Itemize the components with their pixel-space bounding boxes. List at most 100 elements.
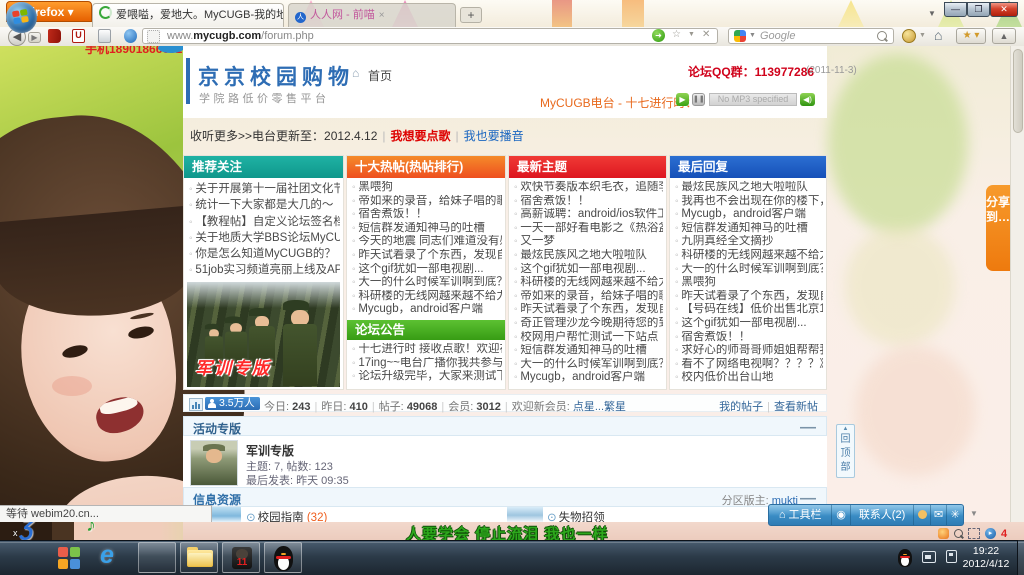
online-count-badge[interactable]: 3.5万人 bbox=[205, 397, 260, 410]
thread-link[interactable]: 高薪诚聘：android/ios软件工程师、手机 bbox=[514, 208, 663, 222]
home-button[interactable]: ⌂ bbox=[934, 27, 942, 43]
stop-icon[interactable]: ✕ bbox=[702, 29, 710, 40]
addon-globe-icon[interactable] bbox=[124, 29, 137, 43]
thread-link[interactable]: 宿舍煮饭！！ bbox=[352, 208, 502, 222]
subforum-lost-found[interactable]: ⊙失物招领 bbox=[547, 509, 605, 522]
thread-link[interactable]: 【号码在线】低价出售北京1880100段 bbox=[675, 303, 823, 317]
qq-avatar-button[interactable] bbox=[914, 505, 931, 525]
thread-link[interactable]: 昨天试着录了个东西，发现自己的声音 bbox=[675, 290, 823, 304]
addon-book-icon[interactable] bbox=[48, 29, 61, 43]
thread-link[interactable]: 看不了网络电视啊？？？？》 bbox=[675, 358, 823, 372]
qq-record-button[interactable]: ◉ bbox=[832, 505, 851, 525]
taskbar-clock[interactable]: 19:22 2012/4/12 bbox=[956, 545, 1016, 571]
thread-link[interactable]: 一天一部好看电影之《热浴盆时光机》 bbox=[514, 222, 663, 236]
qq-contacts-button[interactable]: 联系人(2) bbox=[851, 505, 914, 525]
qq-toolbar-collapse-icon[interactable]: ▼ bbox=[970, 509, 978, 518]
thread-link[interactable]: 短信群发通知神马的吐槽 bbox=[514, 344, 663, 358]
site-logo-title[interactable]: 京京校园购物 bbox=[198, 61, 354, 91]
thread-link[interactable]: 这个gif犹如一部电视剧... bbox=[675, 317, 823, 331]
thread-link[interactable]: Mycugb，android客户端 bbox=[514, 371, 663, 385]
thread-link[interactable]: 大一的什么时候军训啊到底？我们迷茫 bbox=[675, 263, 823, 277]
thread-link[interactable]: 最炫民族风之地大啦啦队 bbox=[514, 249, 663, 263]
thread-link[interactable]: 求好心的师哥哥师姐姐帮帮我，行管的 bbox=[675, 344, 823, 358]
thread-link[interactable]: 51job实习频道亮丽上线及APEC精英选拔 bbox=[189, 262, 340, 278]
qq-mail-button[interactable]: ✉ bbox=[931, 505, 948, 525]
section-title[interactable]: 活动专版 bbox=[193, 420, 241, 437]
scrollbar-thumb[interactable] bbox=[1013, 49, 1023, 133]
thread-link[interactable]: 短信群发通知神马的吐槽 bbox=[352, 222, 502, 236]
announcement-link[interactable]: 十七进行时 接收点歌！欢迎在mycugb或 bbox=[352, 343, 502, 357]
thread-link[interactable]: 大一的什么时候军训啊到底？我们迷茫 bbox=[514, 358, 663, 372]
taskbar-qq-button[interactable] bbox=[264, 542, 302, 573]
thread-link[interactable]: 校内低价出台山地 bbox=[675, 371, 823, 385]
thread-link[interactable]: 宿舍煮饭！！ bbox=[675, 331, 823, 345]
forum-row-military[interactable]: 军训专版 主题: 7, 帖数: 123 最后发表: 昨天 09:35 bbox=[183, 436, 827, 487]
scroll-up-button[interactable]: ▲ bbox=[992, 28, 1016, 44]
radio-pause-button[interactable]: ❚❚ bbox=[692, 93, 705, 106]
thread-link[interactable]: 我再也不会出现在你的楼下，边照镜子 bbox=[675, 195, 823, 209]
fox-tool-icon[interactable] bbox=[938, 528, 949, 539]
military-training-banner-image[interactable]: 军训专版 bbox=[187, 282, 340, 387]
play-tool-icon[interactable]: ▸ bbox=[985, 528, 996, 539]
window-maximize-button[interactable]: ❐ bbox=[967, 2, 990, 17]
view-new-link[interactable]: 查看新帖 bbox=[774, 401, 818, 413]
bookmarks-button[interactable]: ★ ▾ bbox=[956, 28, 986, 44]
announcement-link[interactable]: 17ing~~电台广播你我共参与~ bbox=[352, 357, 502, 371]
badge-dropdown-icon[interactable]: ▼ bbox=[919, 32, 926, 39]
thread-link[interactable]: 宿舍煮饭！！ bbox=[514, 195, 663, 209]
search-engine-dropdown-icon[interactable]: ▼ bbox=[749, 32, 756, 39]
addon-badge-icon[interactable] bbox=[902, 29, 916, 43]
url-bar[interactable]: www.mycugb.com/forum.php bbox=[142, 28, 718, 44]
thread-link[interactable]: 九阴真经全文摘抄 bbox=[675, 235, 823, 249]
tab-list-arrow-icon[interactable]: ▼ bbox=[928, 9, 936, 18]
thread-link[interactable]: 昨天试着录了个东西，发现自己的声音 bbox=[352, 249, 502, 263]
forward-button[interactable]: ▶ bbox=[28, 32, 41, 43]
thread-link[interactable]: 关于地质大学BBS论坛MyCUGB的重要声 bbox=[189, 230, 340, 246]
announcement-link[interactable]: 论坛升级完毕，大家来测试下 bbox=[352, 370, 502, 384]
taskbar-app-grid-icon[interactable] bbox=[58, 547, 80, 569]
search-magnifier-icon[interactable] bbox=[877, 31, 887, 41]
thread-link[interactable]: 黑喂狗 bbox=[675, 276, 823, 290]
radio-play-button[interactable]: ▶ bbox=[676, 93, 689, 106]
bookmark-star-icon[interactable]: ☆ bbox=[672, 29, 681, 40]
thread-link[interactable]: 昨天试着录了个东西，发现自己的声音 bbox=[514, 303, 663, 317]
thread-link[interactable]: 又一梦 bbox=[514, 235, 663, 249]
thread-link[interactable]: 欢快节奏版本织毛衣，追随李佳胖和袭 bbox=[514, 181, 663, 195]
newest-member-link[interactable]: 点星...繁星 bbox=[573, 401, 626, 413]
tab-renren[interactable]: 人人人网 - 前喵× bbox=[288, 3, 456, 27]
thread-link[interactable]: 今天的地震 同志们难道没有感觉到震 bbox=[352, 235, 502, 249]
tray-qq-icon[interactable] bbox=[898, 549, 912, 567]
window-close-button[interactable]: ✕ bbox=[990, 2, 1018, 17]
thread-link[interactable]: Mycugb，android客户端 bbox=[352, 303, 502, 317]
thread-link[interactable]: 短信群发通知神马的吐槽 bbox=[675, 222, 823, 236]
start-button[interactable] bbox=[6, 2, 37, 33]
subforum-campus-guide[interactable]: ⊙校园指南 (32) bbox=[246, 509, 327, 522]
thread-link[interactable]: 大一的什么时候军训啊到底？我们迷茫 bbox=[352, 276, 502, 290]
capture-tool-icon[interactable] bbox=[968, 528, 980, 539]
listen-more-link[interactable]: 收听更多>>电台更新至：2012.4.12 bbox=[190, 129, 377, 143]
new-tab-button[interactable]: + bbox=[460, 7, 482, 23]
thread-link[interactable]: 科研楼的无线网越来越不给力了，一会 bbox=[675, 249, 823, 263]
tab-close-icon[interactable]: × bbox=[379, 10, 385, 21]
taskbar-game-button[interactable]: 11 bbox=[222, 542, 260, 573]
thread-link[interactable]: 最炫民族风之地大啦啦队 bbox=[675, 181, 823, 195]
my-posts-link[interactable]: 我的帖子 bbox=[719, 401, 763, 413]
thread-link[interactable]: 校网用户帮忙测试一下站点 bbox=[514, 331, 663, 345]
forum-name-link[interactable]: 军训专版 bbox=[246, 442, 294, 459]
chart-icon[interactable] bbox=[189, 398, 203, 411]
thread-link[interactable]: 这个gif犹如一部电视剧... bbox=[352, 263, 502, 277]
taskbar-explorer-button[interactable] bbox=[180, 542, 218, 573]
url-dropdown-icon[interactable]: ▼ bbox=[688, 31, 695, 38]
zoom-tool-icon[interactable] bbox=[954, 529, 963, 538]
qq-settings-button[interactable]: ✳ bbox=[947, 505, 963, 525]
thread-link[interactable]: 你是怎么知道MyCUGB的？ bbox=[189, 246, 340, 262]
thread-link[interactable]: 科研楼的无线网越来越不给力了，一会 bbox=[352, 290, 502, 304]
request-song-link[interactable]: 我想要点歌 bbox=[391, 129, 451, 143]
go-button[interactable]: ➜ bbox=[652, 29, 665, 42]
thread-link[interactable]: 科研楼的无线网越来越不给力了，一会 bbox=[514, 276, 663, 290]
page-scrollbar[interactable] bbox=[1010, 46, 1024, 522]
thread-link[interactable]: 统计一下大家都是大几的～ bbox=[189, 197, 340, 213]
thread-link[interactable]: 奇正管理沙龙今晚期待您的到来！ bbox=[514, 317, 663, 331]
nav-home-link[interactable]: 首页 bbox=[368, 67, 392, 84]
thread-link[interactable]: 这个gif犹如一部电视剧... bbox=[514, 263, 663, 277]
